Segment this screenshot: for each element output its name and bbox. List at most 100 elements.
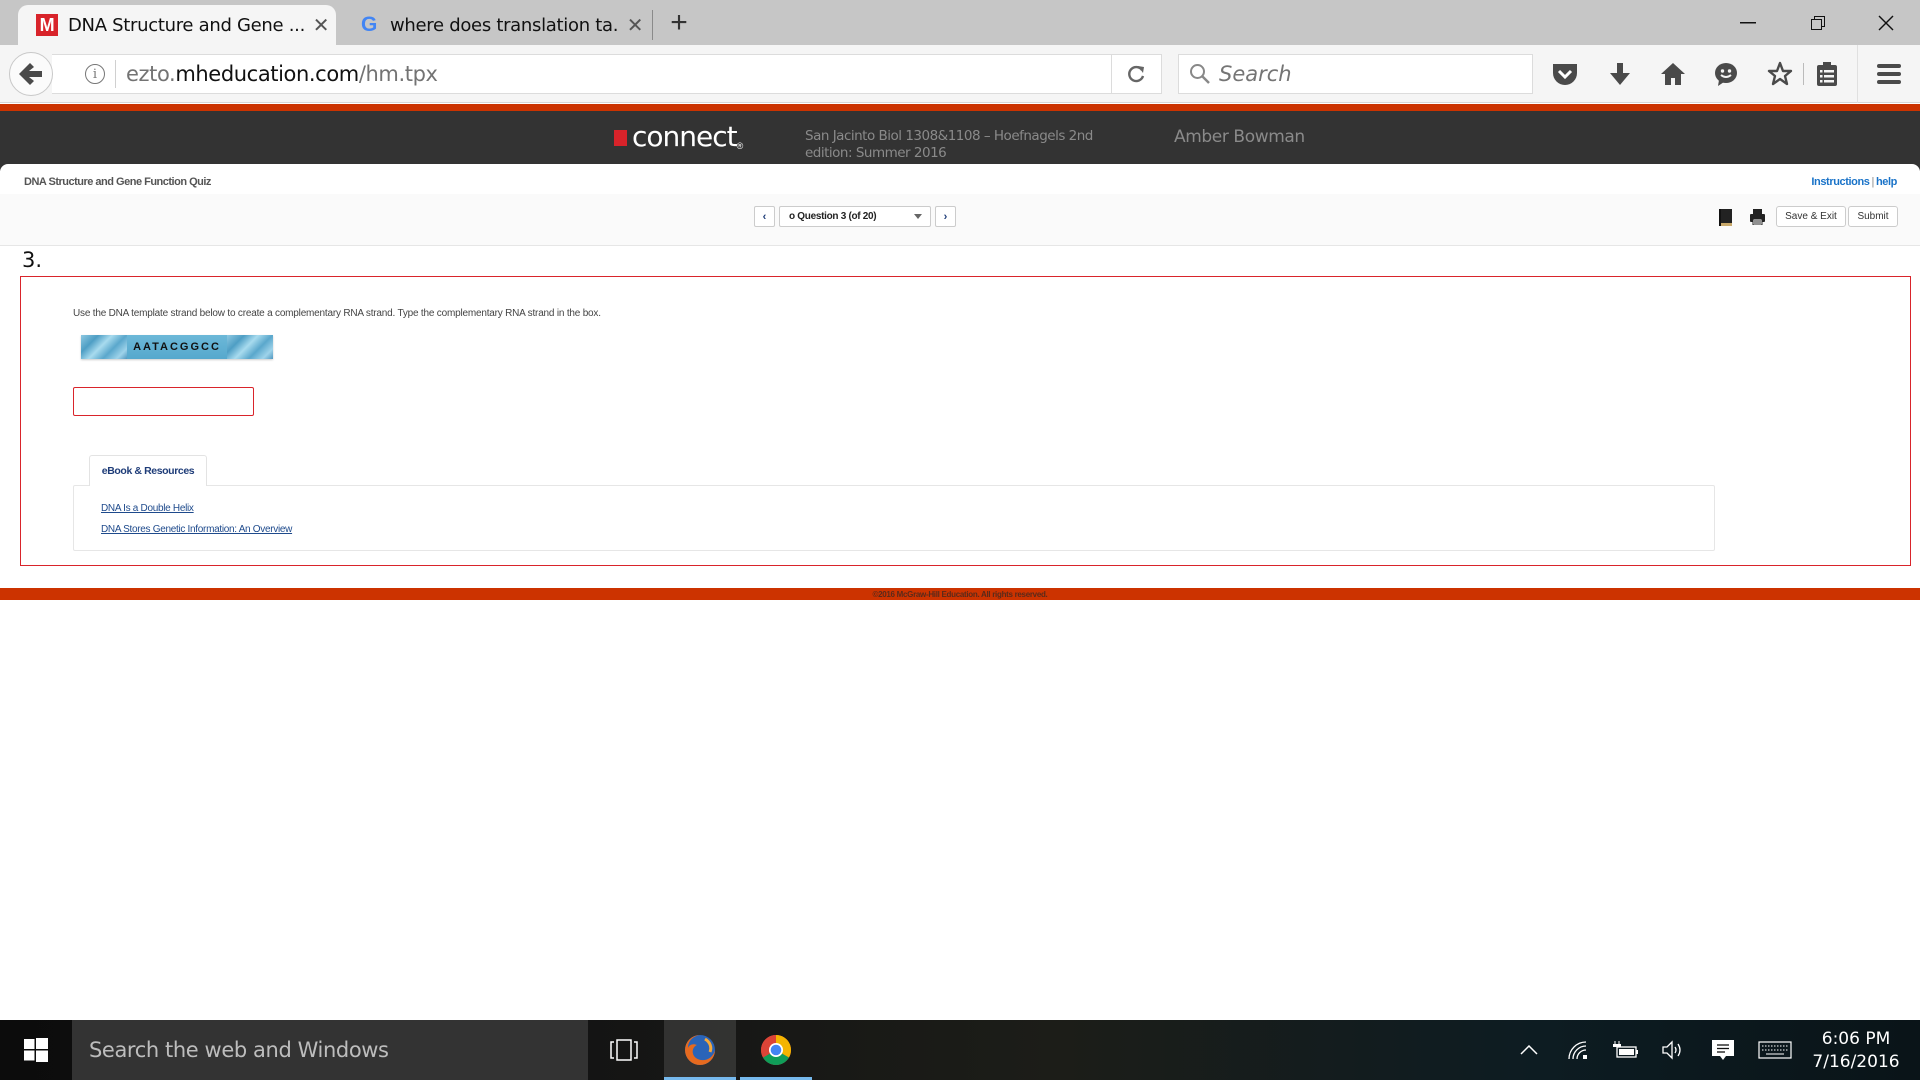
question-box: Use the DNA template strand below to cre… — [20, 276, 1911, 566]
chrome-icon — [760, 1035, 792, 1066]
toolbar-divider — [1803, 63, 1804, 85]
firefox-icon — [685, 1035, 715, 1065]
brand-stripe — [0, 104, 1920, 111]
quiz-title: DNA Structure and Gene Function Quiz — [24, 176, 211, 188]
hello-button[interactable] — [1709, 57, 1743, 91]
downloads-button[interactable] — [1603, 57, 1637, 91]
book-icon — [1719, 208, 1732, 226]
course-name: San Jacinto Biol 1308&1108 – Hoefnagels … — [805, 128, 1093, 161]
download-icon — [1610, 63, 1630, 85]
windows-taskbar: Search the web and Windows 6:06 PM 7/16/… — [0, 1020, 1920, 1080]
question-toolbar: ‹ o Question 3 (of 20) › Save & Exit Sub… — [0, 194, 1920, 246]
dna-helix-right — [227, 335, 273, 359]
dna-strand-image: AATACGGCC — [81, 335, 273, 359]
taskbar-clock[interactable]: 6:06 PM 7/16/2016 — [1800, 1028, 1912, 1074]
url-divider — [115, 60, 116, 88]
rna-answer-input[interactable] — [73, 387, 254, 416]
quiz-card: DNA Structure and Gene Function Quiz Ins… — [0, 164, 1920, 588]
help-link[interactable]: help — [1876, 176, 1897, 188]
url-text[interactable]: ezto.mheducation.com/hm.tpx — [126, 62, 438, 86]
dna-helix-left — [81, 335, 127, 359]
address-bar[interactable]: i ezto.mheducation.com/hm.tpx — [52, 54, 1162, 94]
user-name[interactable]: Amber Bowman — [1174, 127, 1305, 147]
close-tab-icon[interactable]: ✕ — [306, 13, 336, 37]
hello-chat-icon — [1715, 63, 1737, 86]
question-selector[interactable]: o Question 3 (of 20) — [779, 206, 931, 227]
browser-tab-bar: M DNA Structure and Gene ... ✕ G where d… — [0, 0, 1920, 45]
close-icon — [1878, 15, 1894, 30]
restore-button[interactable] — [1790, 0, 1846, 45]
notification-icon — [1712, 1040, 1734, 1060]
search-input[interactable] — [1219, 62, 1519, 86]
minimize-icon — [1740, 21, 1756, 23]
print-icon — [1749, 209, 1765, 225]
resources-panel: DNA Is a Double Helix DNA Stores Genetic… — [73, 485, 1715, 551]
connect-logo[interactable]: connect ® — [614, 123, 743, 151]
tab-divider — [652, 10, 653, 40]
windows-logo-icon — [24, 1038, 48, 1062]
submit-button[interactable]: Submit — [1848, 206, 1898, 227]
reading-list-icon — [1817, 62, 1837, 86]
wifi-icon — [1568, 1041, 1587, 1060]
chevron-down-icon — [914, 214, 922, 219]
page-content: connect ® San Jacinto Biol 1308&1108 – Ho… — [0, 104, 1920, 1016]
search-bar[interactable] — [1178, 54, 1533, 94]
close-tab-icon[interactable]: ✕ — [620, 13, 650, 37]
start-button[interactable] — [0, 1020, 72, 1080]
battery-charging-icon — [1613, 1041, 1638, 1058]
task-view-button[interactable] — [596, 1020, 652, 1080]
pocket-button[interactable] — [1548, 57, 1582, 91]
volume-button[interactable] — [1657, 1020, 1689, 1080]
home-button[interactable] — [1656, 57, 1690, 91]
next-question-button[interactable]: › — [935, 206, 956, 227]
search-icon — [1190, 64, 1210, 84]
bookmark-button[interactable] — [1763, 57, 1797, 91]
restore-icon — [1811, 15, 1825, 30]
minimize-button[interactable] — [1720, 0, 1776, 45]
new-tab-button[interactable]: + — [664, 6, 694, 40]
keyboard-icon — [1758, 1041, 1792, 1059]
back-arrow-icon — [19, 63, 42, 85]
connect-header: connect ® San Jacinto Biol 1308&1108 – Ho… — [0, 111, 1920, 171]
network-button[interactable] — [1563, 1020, 1593, 1080]
dna-sequence: AATACGGCC — [127, 335, 227, 359]
clock-date: 7/16/2016 — [1812, 1052, 1900, 1072]
back-button[interactable] — [9, 52, 53, 96]
menu-icon — [1877, 64, 1901, 84]
resource-link[interactable]: DNA Is a Double Helix — [101, 503, 194, 514]
prev-question-button[interactable]: ‹ — [754, 206, 775, 227]
question-prompt: Use the DNA template strand below to cre… — [73, 308, 601, 319]
speaker-icon — [1662, 1040, 1681, 1060]
tab-title: where does translation ta... — [390, 14, 620, 36]
action-center-button[interactable] — [1708, 1020, 1738, 1080]
ebook-button[interactable] — [1717, 208, 1735, 226]
reading-list-button[interactable] — [1810, 57, 1844, 91]
instructions-link[interactable]: Instructions — [1811, 176, 1870, 188]
task-view-icon — [610, 1039, 638, 1061]
battery-button[interactable] — [1610, 1020, 1642, 1080]
home-icon — [1661, 63, 1685, 85]
tab-google-search[interactable]: G where does translation ta... ✕ — [340, 5, 650, 45]
print-button[interactable] — [1748, 208, 1766, 226]
tab-ebook-resources[interactable]: eBook & Resources — [89, 455, 207, 486]
close-window-button[interactable] — [1858, 0, 1914, 45]
question-number: 3. — [22, 248, 43, 272]
save-exit-button[interactable]: Save & Exit — [1776, 206, 1846, 227]
touch-keyboard-button[interactable] — [1755, 1020, 1795, 1080]
top-links: Instructions | help — [1811, 176, 1897, 188]
mcgraw-hill-icon: M — [36, 14, 58, 36]
chevron-up-icon — [1520, 1045, 1538, 1055]
tab-dna-quiz[interactable]: M DNA Structure and Gene ... ✕ — [18, 5, 336, 45]
google-icon: G — [360, 13, 378, 36]
bookmark-star-icon — [1767, 61, 1793, 86]
resource-link[interactable]: DNA Stores Genetic Information: An Overv… — [101, 524, 292, 535]
open-menu-button[interactable] — [1872, 57, 1906, 91]
taskbar-search[interactable]: Search the web and Windows — [72, 1020, 588, 1080]
taskbar-firefox[interactable] — [664, 1020, 736, 1080]
site-info-icon[interactable]: i — [85, 64, 105, 84]
taskbar-chrome[interactable] — [740, 1020, 812, 1080]
reload-icon — [1127, 65, 1144, 83]
reload-button[interactable] — [1111, 55, 1161, 93]
show-hidden-icons-button[interactable] — [1514, 1020, 1544, 1080]
mcgraw-hill-logo-icon — [614, 130, 627, 146]
